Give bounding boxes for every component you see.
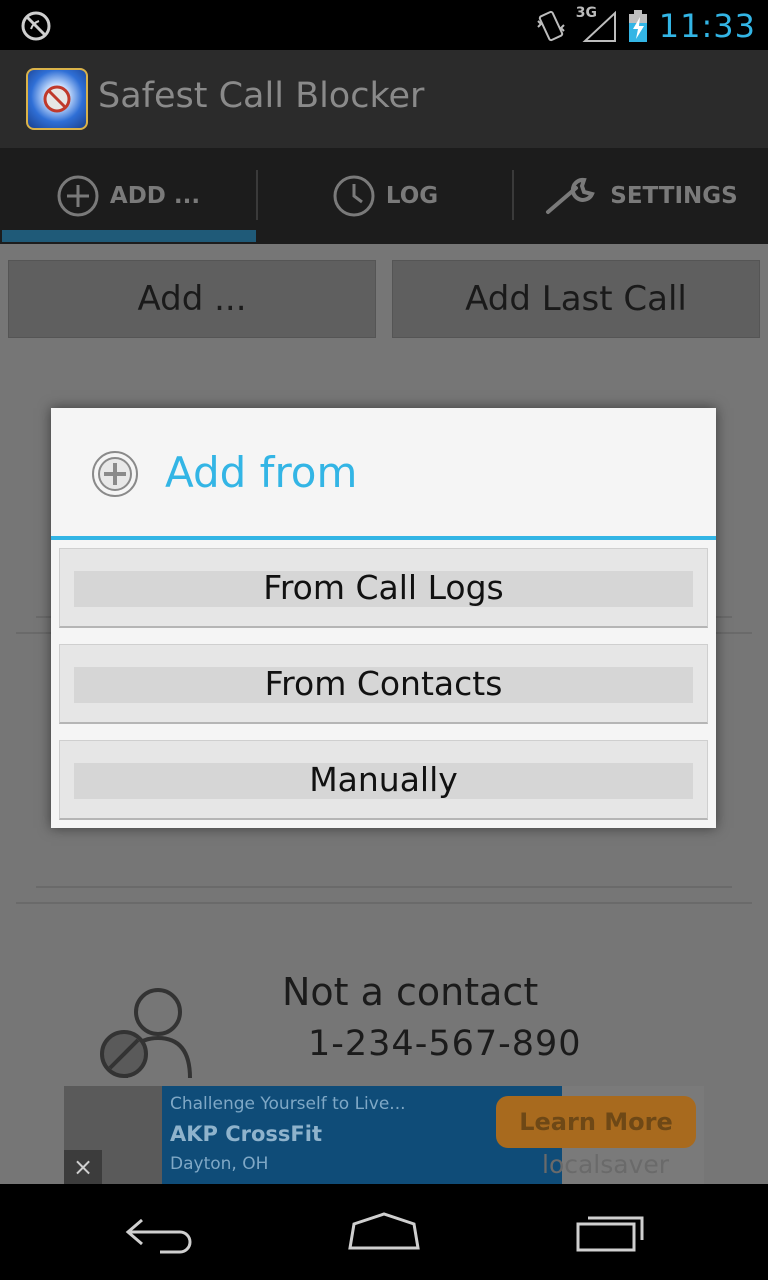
ad-headline: Challenge Yourself to Live... bbox=[170, 1094, 406, 1114]
navigation-bar bbox=[0, 1184, 768, 1280]
divider bbox=[36, 886, 732, 888]
tab-label: LOG bbox=[385, 183, 439, 209]
blocked-circle-icon bbox=[21, 11, 51, 41]
tab-log[interactable]: LOG bbox=[258, 148, 512, 244]
status-icons: 3G 11:33 bbox=[535, 5, 756, 46]
tab-settings[interactable]: SETTINGS bbox=[514, 148, 768, 244]
contact-number: 1-234-567-890 bbox=[308, 1024, 582, 1064]
add-last-call-button[interactable]: Add Last Call bbox=[392, 260, 760, 338]
button-label: From Call Logs bbox=[263, 568, 504, 607]
button-label: Manually bbox=[309, 760, 458, 799]
ad-learn-more-button[interactable]: Learn More bbox=[496, 1096, 696, 1148]
tab-label: ADD ... bbox=[109, 183, 201, 209]
plus-circle-icon bbox=[92, 451, 138, 497]
shield-phone-icon bbox=[26, 68, 88, 130]
dialog-title-divider bbox=[51, 536, 716, 540]
dialog-title: Add from bbox=[165, 448, 358, 497]
ad-close-button[interactable]: × bbox=[64, 1150, 102, 1184]
divider bbox=[16, 902, 752, 904]
dialog-header: Add from bbox=[51, 408, 716, 538]
action-bar: Safest Call Blocker bbox=[0, 50, 768, 148]
clock-icon bbox=[333, 175, 375, 217]
back-icon[interactable] bbox=[120, 1206, 200, 1256]
ad-location: Dayton, OH bbox=[170, 1154, 269, 1174]
signal-indicator: 3G bbox=[576, 5, 617, 43]
battery-charging-icon bbox=[628, 10, 647, 42]
add-button[interactable]: Add ... bbox=[8, 260, 376, 338]
contact-name: Not a contact bbox=[282, 970, 539, 1014]
ad-brand-logo: localsaver bbox=[542, 1150, 670, 1179]
from-call-logs-button[interactable]: From Call Logs bbox=[59, 548, 708, 628]
home-icon[interactable] bbox=[344, 1206, 424, 1256]
ad-business-name: AKP CrossFit bbox=[170, 1122, 323, 1146]
vibrate-icon bbox=[537, 10, 565, 42]
wrench-icon bbox=[546, 177, 596, 214]
tab-label: SETTINGS bbox=[610, 183, 738, 209]
ad-banner[interactable]: × Challenge Yourself to Live... AKP Cros… bbox=[64, 1086, 704, 1184]
add-from-dialog: Add from From Call Logs From Contacts Ma… bbox=[51, 408, 716, 828]
from-contacts-button[interactable]: From Contacts bbox=[59, 644, 708, 724]
status-clock: 11:33 bbox=[658, 7, 756, 45]
recent-apps-icon[interactable] bbox=[572, 1206, 652, 1256]
selected-tab-indicator bbox=[2, 230, 256, 242]
button-label: From Contacts bbox=[264, 664, 503, 703]
status-bar: 3G 11:33 bbox=[0, 0, 768, 50]
signal-icon bbox=[582, 10, 616, 42]
blocked-person-icon bbox=[100, 988, 192, 1078]
plus-circle-icon bbox=[57, 175, 99, 217]
manually-button[interactable]: Manually bbox=[59, 740, 708, 820]
app-title: Safest Call Blocker bbox=[98, 76, 425, 116]
